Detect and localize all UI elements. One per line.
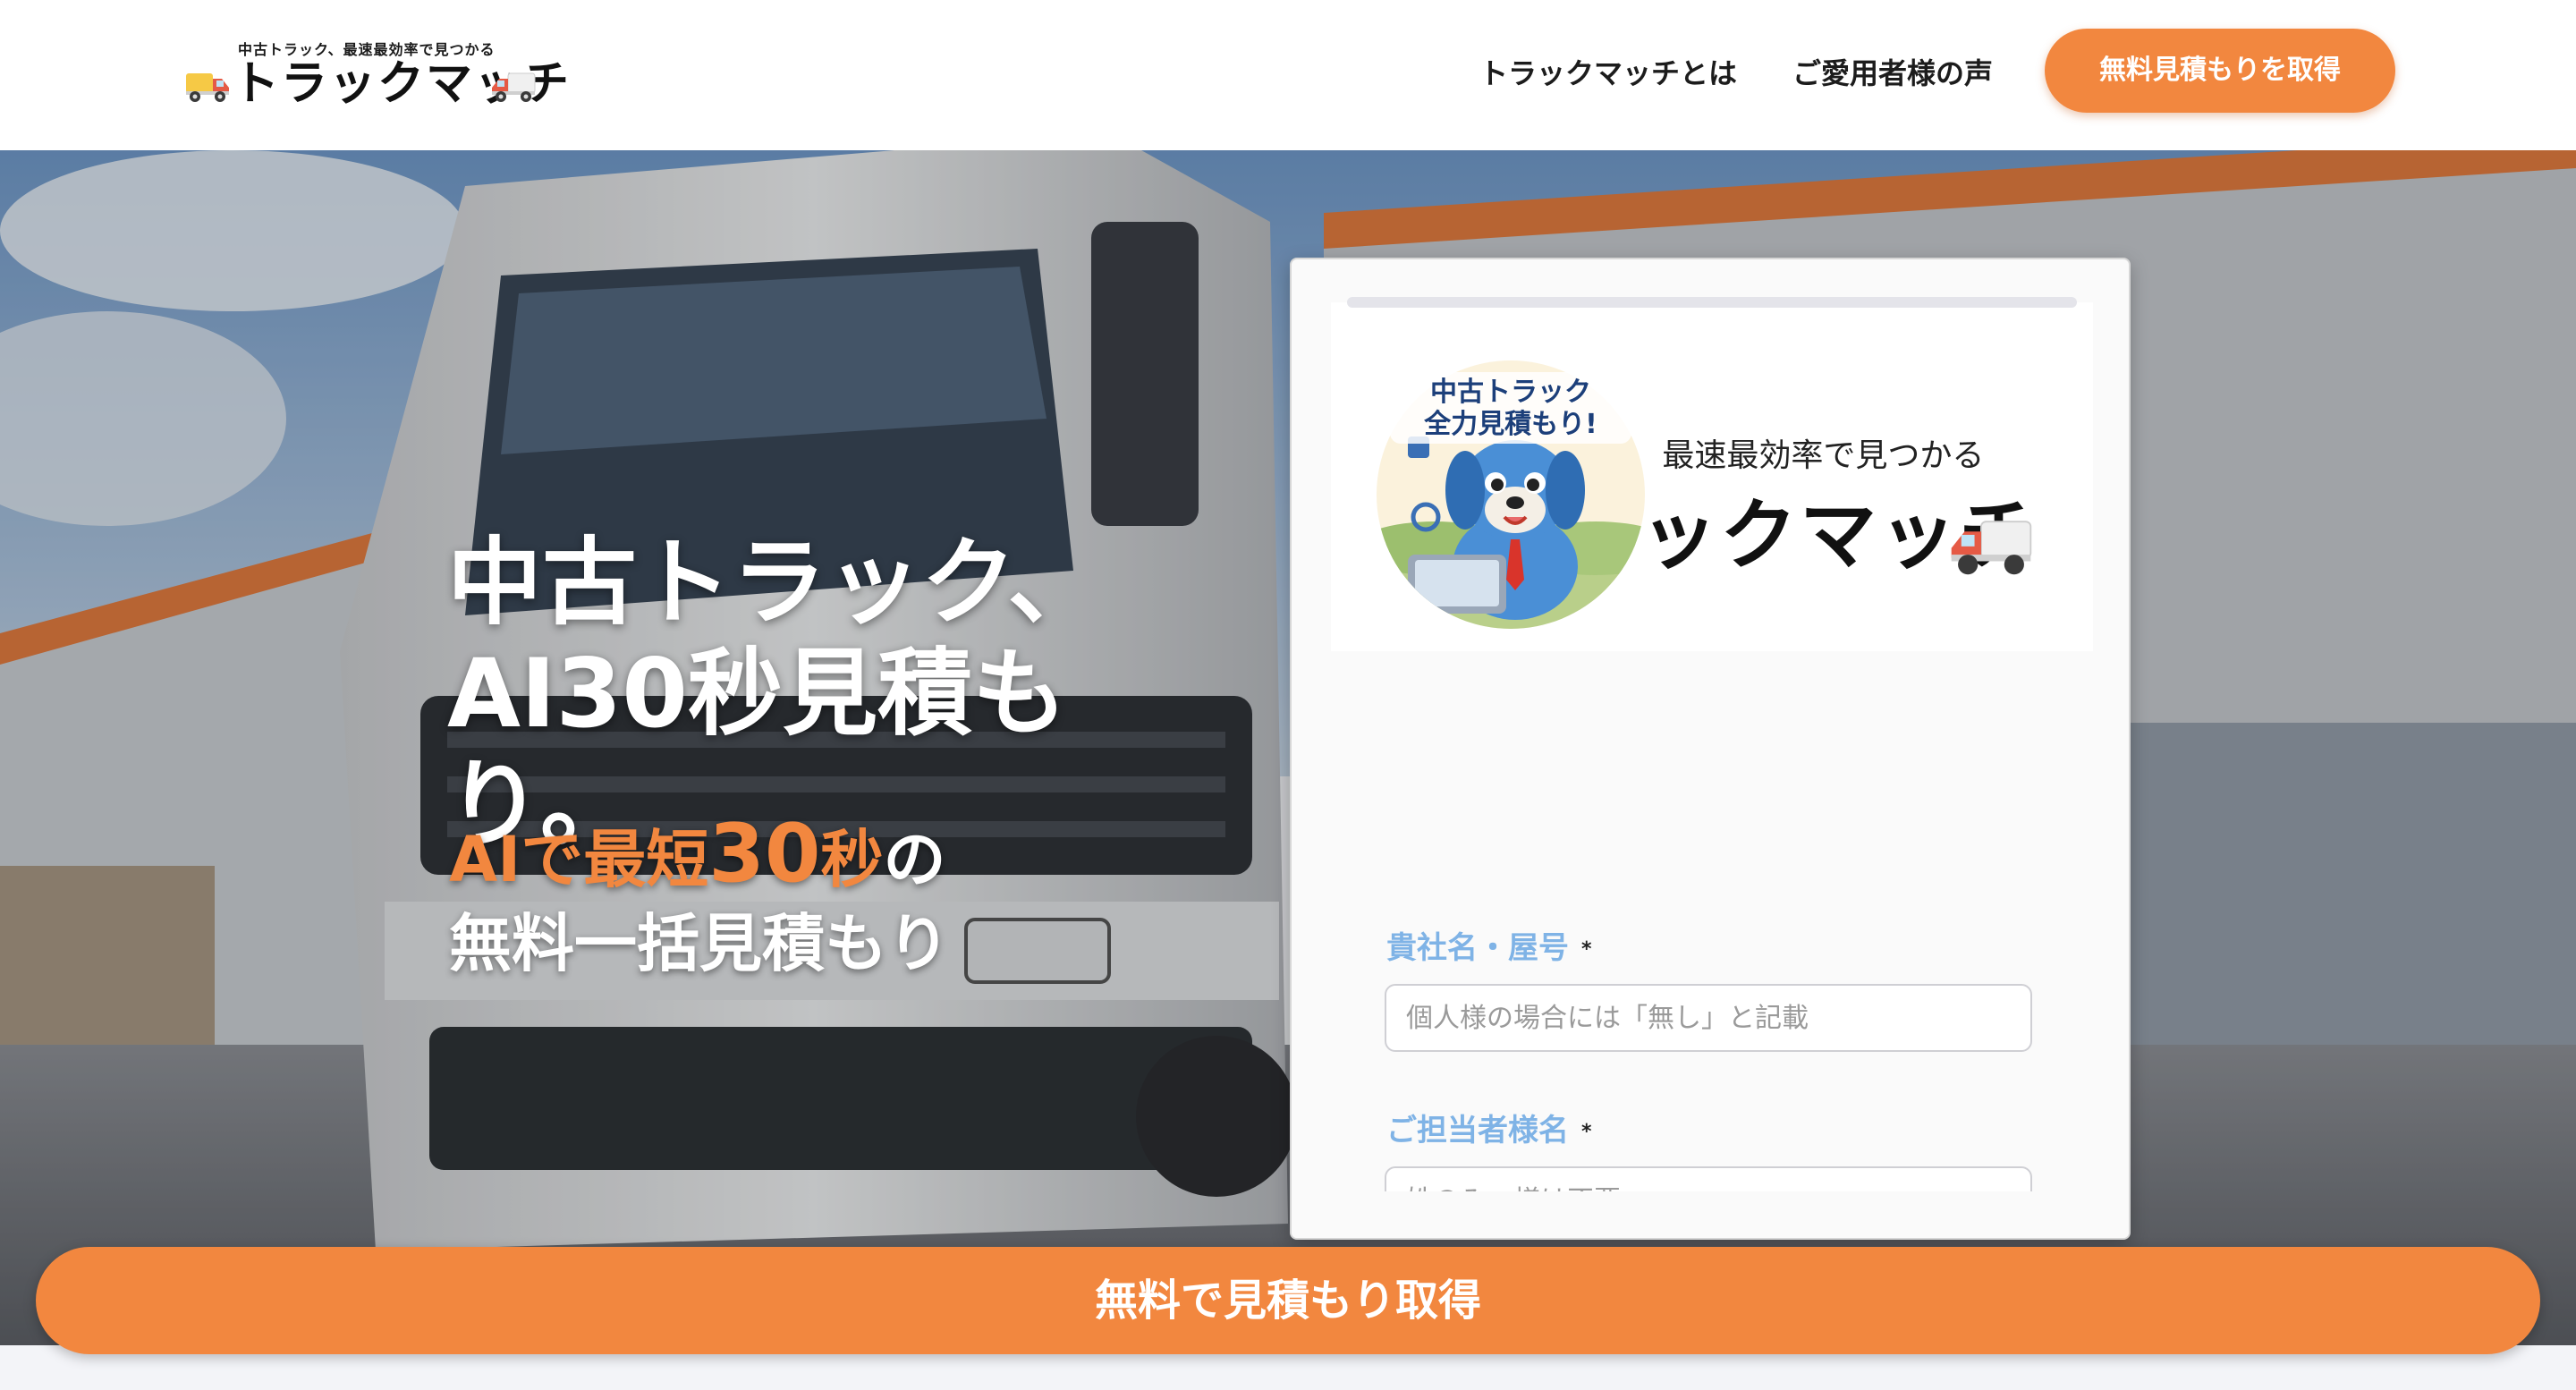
- free-estimate-button[interactable]: 無料見積もりを取得: [2045, 29, 2395, 113]
- form-scroll-fade: [1292, 1191, 2129, 1238]
- required-marker: *: [1581, 1121, 1592, 1143]
- hero-section: 中古トラック、 AI30秒見積もり。 AIで最短30秒の 無料一括見積もり: [0, 150, 2576, 1345]
- brand-logo[interactable]: 中古トラック、最速最効率で見つかる トラックマッチ: [184, 34, 569, 114]
- company-name-label-text: 貴社名・屋号: [1386, 930, 1569, 966]
- hero-sub-line2: 無料一括見積もり: [449, 907, 950, 980]
- form-progress-bar: [1347, 297, 2077, 308]
- truck-icon: [1951, 521, 2032, 575]
- get-free-estimate-button[interactable]: 無料で見積もり取得: [36, 1247, 2540, 1354]
- hero-sub-particle: の: [883, 823, 946, 896]
- brand-tagline: 中古トラック、最速最効率で見つかる: [238, 41, 496, 58]
- required-marker: *: [1581, 938, 1592, 961]
- company-name-input[interactable]: [1385, 984, 2032, 1052]
- truck-icon: [492, 72, 536, 102]
- hero-subtitle: AIで最短30秒の 無料一括見積もり: [449, 812, 1165, 986]
- hero-background-image: [0, 150, 2576, 1345]
- contact-name-label: ご担当者様名 *: [1386, 1106, 1592, 1149]
- contact-name-label-text: ご担当者様名: [1386, 1113, 1569, 1148]
- hero-title-line1: 中古トラック、: [447, 528, 1103, 638]
- site-header: 中古トラック、最速最効率で見つかる トラックマッチ トラックマッチとは ご愛用者…: [0, 0, 2576, 150]
- mascot-caption-line2: 全力見積もり!: [1423, 409, 1597, 440]
- estimate-form-card: 中古トラック、最速最効率で見つかる トラックマッチ 中古トラック 全力見積もり!…: [1290, 258, 2131, 1240]
- hero-sub-number: 30: [708, 807, 821, 901]
- nav-link-testimonials[interactable]: ご愛用者様の声: [1792, 47, 1993, 100]
- truck-icon: [186, 73, 229, 102]
- nav-link-about[interactable]: トラックマッチとは: [1479, 47, 1737, 100]
- company-name-label: 貴社名・屋号 *: [1386, 923, 1592, 967]
- hero-sub-ai: AIで最短: [449, 823, 709, 896]
- dog-mascot-icon: 中古トラック 全力見積もり!: [1377, 360, 1645, 629]
- mascot-caption-line1: 中古トラック: [1430, 377, 1591, 408]
- hero-title: 中古トラック、 AI30秒見積もり。: [447, 528, 1252, 860]
- hero-sub-seconds: 秒: [820, 823, 884, 896]
